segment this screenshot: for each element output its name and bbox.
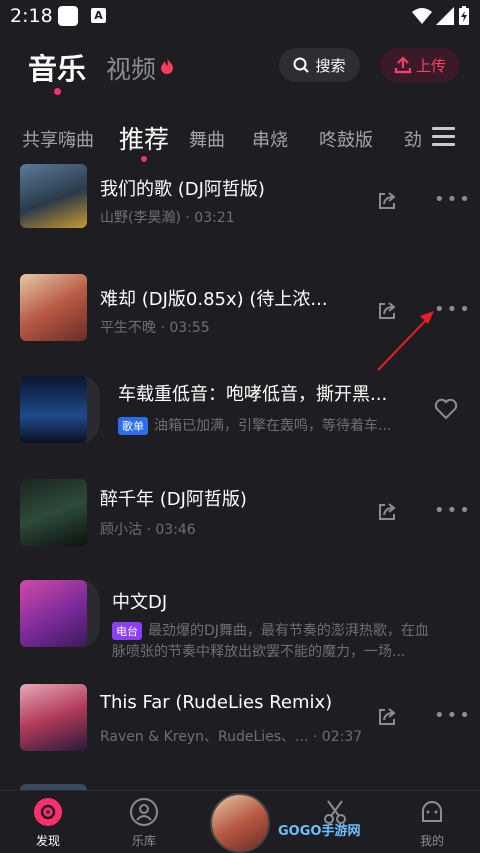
- wifi-icon: [412, 8, 432, 24]
- song-duration: 02:37: [321, 729, 363, 745]
- category-tab[interactable]: 劲: [404, 126, 422, 152]
- category-tab-active[interactable]: 推荐: [119, 120, 169, 156]
- song-title: 醉千年 (DJ阿哲版): [100, 489, 247, 510]
- status-indicators: [412, 6, 470, 26]
- battery-icon: [459, 6, 469, 25]
- category-menu-icon[interactable]: [432, 127, 455, 151]
- more-options-icon[interactable]: •••: [434, 500, 470, 521]
- more-options-icon[interactable]: •••: [434, 189, 470, 210]
- favorite-heart-icon[interactable]: [434, 398, 458, 420]
- active-tab-indicator: [54, 88, 61, 95]
- share-icon[interactable]: [376, 501, 398, 523]
- upload-icon: [394, 56, 412, 74]
- song-artist: Raven & Kreyn、RudeLies、...: [100, 729, 309, 745]
- now-playing-disc[interactable]: [210, 793, 270, 853]
- category-tab[interactable]: 串烧: [252, 126, 288, 152]
- nav-discover[interactable]: 发现: [18, 797, 78, 849]
- watermark: GOGO手游网: [278, 824, 361, 839]
- upload-button[interactable]: 上传: [380, 48, 460, 82]
- radio-badge: 电台: [112, 622, 142, 640]
- playlist-cover: [20, 376, 87, 443]
- song-title: This Far (RudeLies Remix): [100, 692, 333, 713]
- radio-description-line2: 脉喷张的节奏中释放出欲罢不能的魔力，一场...: [112, 644, 406, 660]
- bottom-navigation: 发现 乐库 我的: [0, 790, 480, 853]
- category-tab[interactable]: 共享嗨曲: [22, 126, 94, 152]
- category-tabs: 共享嗨曲 推荐 舞曲 串烧 咚鼓版 劲: [0, 118, 480, 158]
- song-title: 我们的歌 (DJ阿哲版): [100, 179, 265, 200]
- song-duration: 03:46: [155, 522, 196, 538]
- tab-video[interactable]: 视频: [106, 50, 156, 86]
- app-notification-icon: [58, 6, 78, 26]
- song-artist: 山野(李昊瀚): [100, 210, 181, 226]
- album-cover: [20, 164, 87, 228]
- song-duration: 03:55: [169, 320, 210, 336]
- nav-library[interactable]: 乐库: [114, 797, 174, 849]
- playlist-badge: 歌单: [118, 417, 148, 435]
- status-time: 2:18: [10, 5, 53, 27]
- song-title: 难却 (DJ版0.85x) (待上浓...: [100, 289, 328, 310]
- category-tab[interactable]: 舞曲: [189, 126, 225, 152]
- song-artist: 平生不晚: [100, 320, 156, 336]
- status-bar: 2:18 A: [0, 0, 480, 34]
- a-notification-icon: A: [91, 8, 106, 23]
- radio-title: 中文DJ: [112, 592, 168, 613]
- share-icon[interactable]: [376, 706, 398, 728]
- album-cover: [20, 274, 87, 341]
- album-cover: [20, 479, 87, 546]
- fire-icon: [161, 58, 173, 74]
- radio-description-line1: 最劲爆的DJ舞曲，最有节奏的澎湃热歌，在血: [148, 623, 429, 639]
- song-artist: 顾小沽: [100, 522, 142, 538]
- share-icon[interactable]: [376, 300, 398, 322]
- share-icon[interactable]: [376, 190, 398, 212]
- discover-icon: [34, 798, 62, 826]
- search-button[interactable]: 搜索: [279, 48, 360, 82]
- song-duration: 03:21: [194, 210, 235, 226]
- profile-icon: [422, 801, 442, 822]
- album-cover: [20, 684, 87, 751]
- nav-discover-label: 发现: [35, 834, 60, 848]
- radio-cover: [20, 580, 87, 647]
- nav-library-label: 乐库: [131, 834, 156, 848]
- song-list: 我们的歌 (DJ阿哲版) 山野(李昊瀚) · 03:21 ••• 难却 (DJ版…: [0, 160, 480, 790]
- search-label: 搜索: [315, 56, 346, 75]
- playlist-description: 油箱已加满，引擎在轰鸣，等待着车...: [154, 418, 392, 434]
- library-icon: [130, 798, 158, 826]
- nav-mine-label: 我的: [419, 834, 444, 848]
- playlist-title: 车载重低音：咆哮低音，撕开黑...: [118, 384, 388, 405]
- category-tab[interactable]: 咚鼓版: [319, 126, 373, 152]
- cell-signal-icon: [436, 7, 454, 25]
- more-options-icon[interactable]: •••: [434, 299, 470, 320]
- upload-label: 上传: [415, 56, 446, 75]
- search-icon: [293, 57, 310, 73]
- nav-mine[interactable]: 我的: [402, 797, 462, 849]
- more-options-icon[interactable]: •••: [434, 705, 470, 726]
- tab-music[interactable]: 音乐: [28, 46, 86, 88]
